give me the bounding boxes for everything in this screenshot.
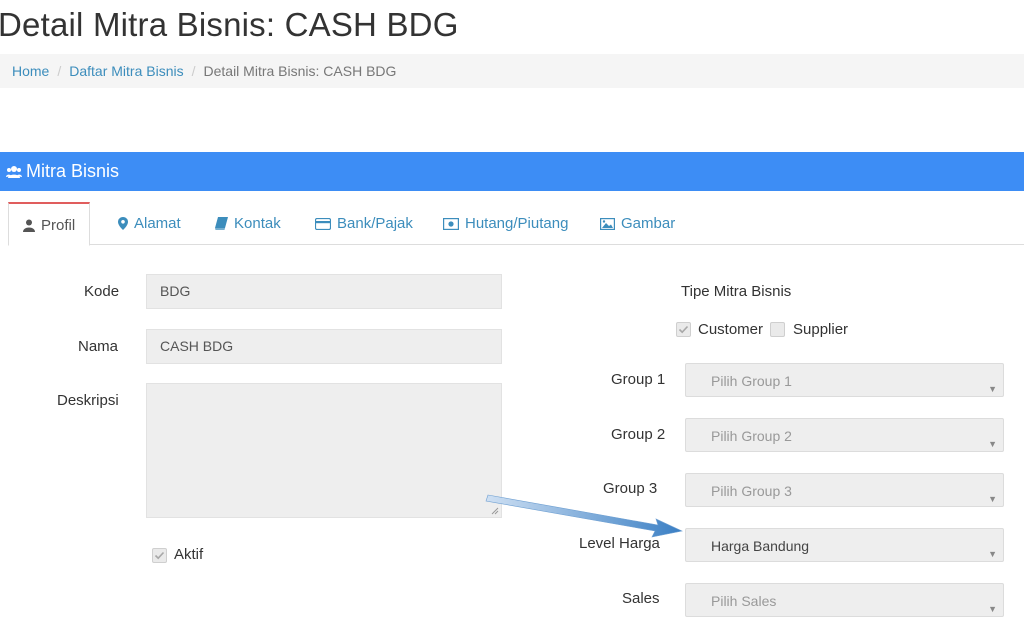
breadcrumb: Home / Daftar Mitra Bisnis / Detail Mitra Bi…	[0, 54, 1024, 88]
group2-select[interactable]: Pilih Group 2 ▼	[685, 418, 1004, 452]
group1-placeholder: Pilih Group 1	[711, 373, 792, 389]
breadcrumb-list-link[interactable]: Daftar Mitra Bisnis	[69, 63, 183, 79]
panel-title: Mitra Bisnis	[26, 161, 120, 181]
user-icon	[23, 219, 35, 232]
supplier-checkbox[interactable]	[770, 322, 785, 337]
breadcrumb-home-link[interactable]: Home	[12, 63, 49, 79]
tab-label: Gambar	[621, 215, 676, 232]
caret-down-icon: ▼	[988, 604, 997, 614]
group1-select[interactable]: Pilih Group 1 ▼	[685, 363, 1004, 397]
breadcrumb-separator: /	[191, 63, 196, 79]
tab-profil[interactable]: Profil	[8, 202, 91, 246]
customer-label: Customer	[698, 321, 764, 338]
kode-label: Kode	[84, 283, 120, 300]
map-marker-icon	[118, 217, 128, 230]
group2-label: Group 2	[611, 426, 666, 443]
money-icon	[443, 218, 460, 231]
caret-down-icon: ▼	[988, 384, 997, 394]
breadcrumb-separator: /	[57, 63, 62, 79]
group3-placeholder: Pilih Group 3	[711, 483, 792, 499]
tab-bank-pajak[interactable]: Bank/Pajak	[314, 202, 413, 245]
book-icon	[215, 217, 228, 230]
customer-checkbox[interactable]	[676, 322, 691, 337]
annotation-arrow-icon	[485, 494, 683, 538]
tab-label: Alamat	[134, 215, 181, 232]
tab-hutang-piutang[interactable]: Hutang/Piutang	[443, 202, 568, 245]
tab-alamat[interactable]: Alamat	[118, 202, 181, 245]
breadcrumb-current: Detail Mitra Bisnis: CASH BDG	[203, 63, 397, 79]
sales-label: Sales	[622, 590, 660, 607]
tab-bar: Profil Alamat Kontak Bank/Pajak Hutang/P…	[8, 202, 1024, 246]
aktif-checkbox[interactable]	[152, 548, 167, 563]
deskripsi-textarea[interactable]	[146, 383, 502, 518]
image-icon	[600, 218, 616, 231]
tab-label: Profil	[41, 217, 76, 234]
group2-placeholder: Pilih Group 2	[711, 428, 792, 444]
kode-input[interactable]: BDG	[146, 274, 502, 309]
group3-select[interactable]: Pilih Group 3 ▼	[685, 473, 1004, 507]
caret-down-icon: ▼	[988, 494, 997, 504]
tab-gambar[interactable]: Gambar	[600, 202, 675, 245]
tab-label: Hutang/Piutang	[465, 215, 569, 232]
group1-label: Group 1	[611, 371, 666, 388]
users-icon	[6, 166, 22, 178]
caret-down-icon: ▼	[988, 549, 997, 559]
level-harga-value: Harga Bandung	[711, 538, 810, 554]
check-icon	[154, 551, 165, 560]
tab-label: Bank/Pajak	[337, 215, 413, 232]
tab-kontak[interactable]: Kontak	[215, 202, 281, 245]
tab-label: Kontak	[234, 215, 281, 232]
check-icon	[678, 325, 689, 334]
sales-placeholder: Pilih Sales	[711, 593, 777, 609]
nama-label: Nama	[78, 338, 119, 355]
deskripsi-label: Deskripsi	[57, 392, 119, 409]
nama-input[interactable]: CASH BDG	[146, 329, 502, 364]
credit-card-icon	[314, 217, 332, 231]
sales-select[interactable]: Pilih Sales ▼	[685, 583, 1004, 617]
page-title: Detail Mitra Bisnis: CASH BDG	[0, 6, 459, 43]
aktif-label: Aktif	[174, 546, 204, 563]
tipe-mitra-label: Tipe Mitra Bisnis	[681, 283, 792, 300]
supplier-label: Supplier	[793, 321, 849, 338]
level-harga-select[interactable]: Harga Bandung ▼	[685, 528, 1004, 562]
panel-header: Mitra Bisnis	[0, 152, 1024, 191]
caret-down-icon: ▼	[988, 439, 997, 449]
